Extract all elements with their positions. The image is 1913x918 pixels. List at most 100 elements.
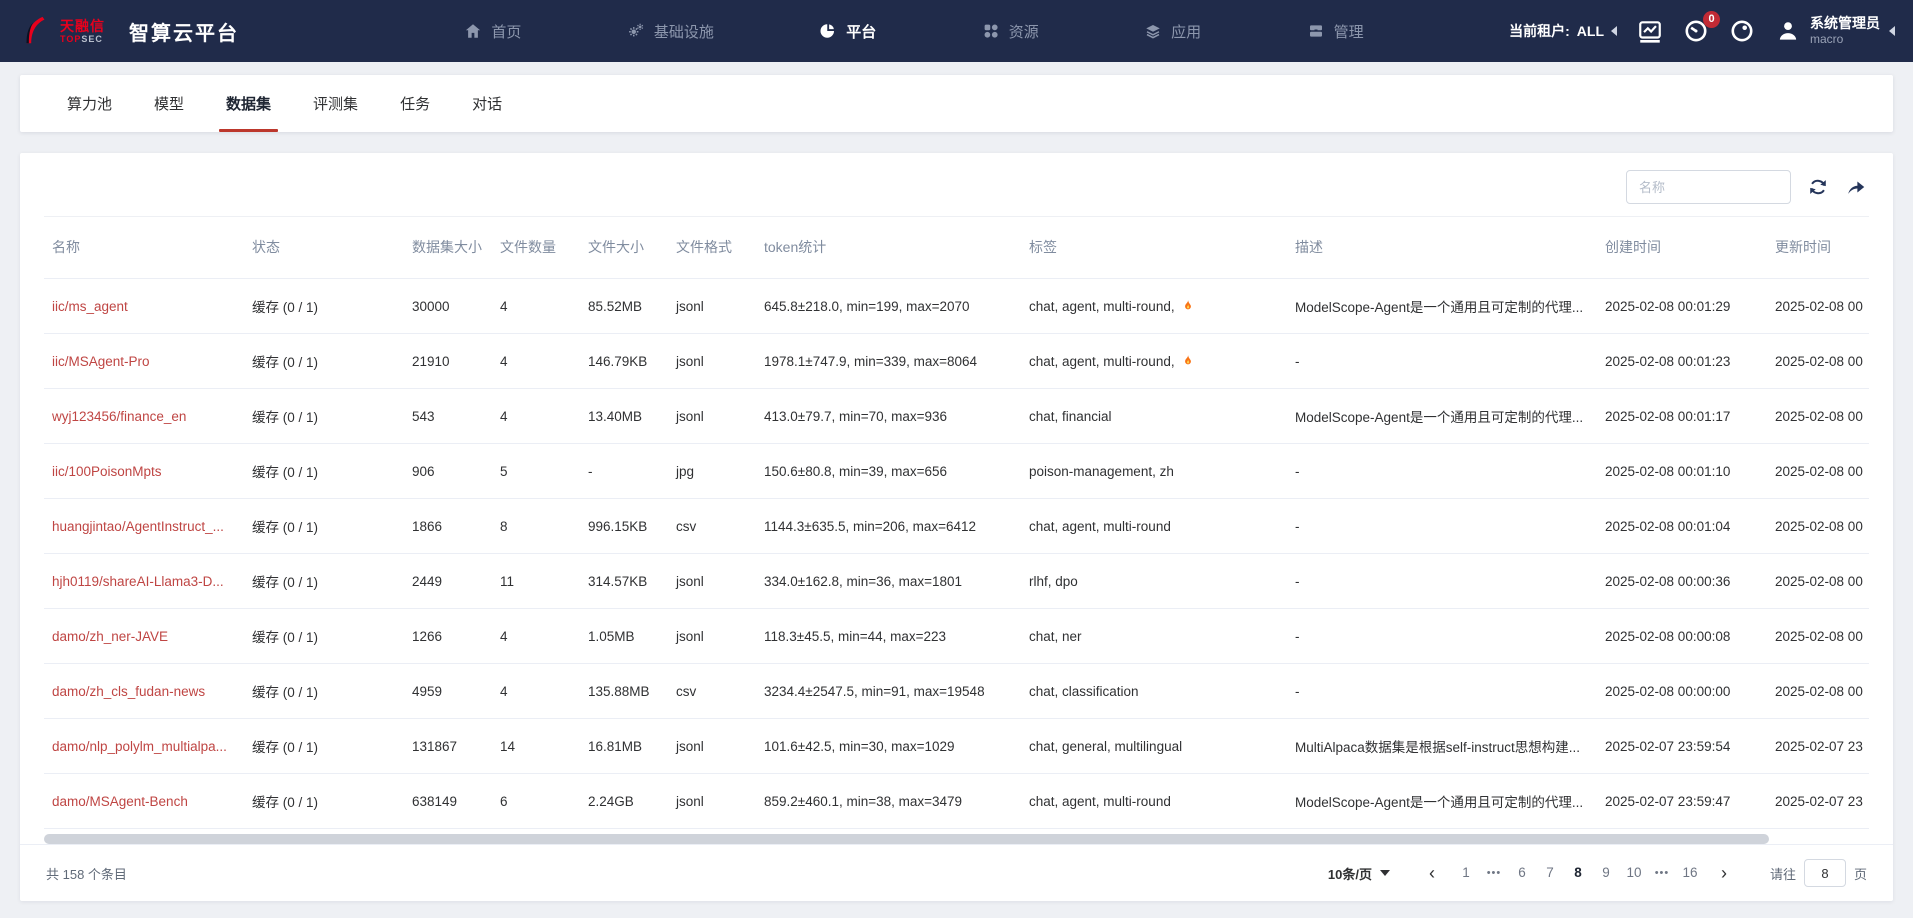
cell-name: damo/nlp_polylm_multialpa... (44, 719, 244, 774)
total-count: 共 158 个条目 (46, 864, 127, 883)
dataset-table-wrap: 名称状态数据集大小文件数量文件大小文件格式token统计标签描述创建时间更新时间… (20, 216, 1893, 829)
cell-file-count: 4 (492, 664, 580, 719)
nav-item-pie[interactable]: 平台 (819, 0, 876, 62)
cell-file-size: 85.52MB (580, 279, 668, 334)
next-page-button[interactable]: › (1710, 859, 1738, 887)
table-row: huangjintao/AgentInstruct_...缓存 (0 / 1)1… (44, 499, 1869, 554)
cell-description: ModelScope-Agent是一个通用且可定制的代理... (1287, 774, 1597, 829)
page-ellipsis[interactable]: ••• (1648, 859, 1676, 887)
cell-name: iic/100PoisonMpts (44, 444, 244, 499)
grid-icon (982, 22, 1000, 40)
storage-icon (1307, 22, 1325, 40)
dataset-name-link[interactable]: huangjintao/AgentInstruct_... (52, 519, 224, 534)
cell-description: ModelScope-Agent是一个通用且可定制的代理... (1287, 279, 1597, 334)
table-row: damo/zh_cls_fudan-news缓存 (0 / 1)49594135… (44, 664, 1869, 719)
dataset-name-link[interactable]: wyj123456/finance_en (52, 409, 186, 424)
cell-file-count: 5 (492, 444, 580, 499)
cell-token-stats: 413.0±79.7, min=70, max=936 (756, 389, 1021, 444)
cell-file-format: jpg (668, 444, 756, 499)
user-role: 系统管理员 (1810, 15, 1880, 33)
cell-name: iic/MSAgent-Pro (44, 334, 244, 389)
cell-dataset-size: 30000 (404, 279, 492, 334)
cell-description: - (1287, 334, 1597, 389)
page-number-10[interactable]: 10 (1620, 859, 1648, 887)
clock-button[interactable] (1729, 18, 1755, 44)
tab-数据集[interactable]: 数据集 (205, 75, 292, 132)
page-number-9[interactable]: 9 (1592, 859, 1620, 887)
cell-file-count: 4 (492, 389, 580, 444)
cell-created: 2025-02-08 00:01:29 (1597, 279, 1767, 334)
page-size-select[interactable]: 10条/页 (1328, 864, 1390, 883)
user-caret-icon (1889, 26, 1895, 36)
tenant-selector[interactable]: 当前租户: ALL (1509, 21, 1617, 41)
dataset-name-link[interactable]: damo/zh_ner-JAVE (52, 629, 168, 644)
tenant-caret-icon (1611, 26, 1617, 36)
dataset-name-link[interactable]: iic/MSAgent-Pro (52, 354, 150, 369)
cell-file-count: 6 (492, 774, 580, 829)
dataset-name-link[interactable]: iic/100PoisonMpts (52, 464, 162, 479)
cell-dataset-size: 906 (404, 444, 492, 499)
cell-updated: 2025-02-08 00 (1767, 389, 1869, 444)
cell-file-format: jsonl (668, 389, 756, 444)
dataset-name-link[interactable]: hjh0119/shareAI-Llama3-D... (52, 574, 224, 589)
brand-cn-label: 天融信 (60, 19, 105, 33)
cell-token-stats: 1978.1±747.9, min=339, max=8064 (756, 334, 1021, 389)
cell-file-count: 14 (492, 719, 580, 774)
cell-dataset-size: 638149 (404, 774, 492, 829)
cell-updated: 2025-02-08 00 (1767, 664, 1869, 719)
search-input[interactable] (1626, 170, 1791, 204)
column-header: 名称 (44, 217, 244, 279)
nav-item-home[interactable]: 首页 (464, 0, 521, 62)
alert-gauge-button[interactable]: 0 (1683, 18, 1709, 44)
horizontal-scrollbar-thumb[interactable] (44, 834, 1769, 844)
cell-status: 缓存 (0 / 1) (244, 499, 404, 554)
user-menu[interactable]: 系统管理员 macro (1775, 15, 1895, 48)
cell-created: 2025-02-07 23:59:47 (1597, 774, 1767, 829)
cell-file-size: 16.81MB (580, 719, 668, 774)
cell-file-size: 996.15KB (580, 499, 668, 554)
tab-模型[interactable]: 模型 (133, 75, 205, 132)
page-ellipsis[interactable]: ••• (1480, 859, 1508, 887)
nav-item-label: 平台 (846, 21, 876, 42)
goto-page-input[interactable] (1804, 859, 1846, 887)
column-header: 更新时间 (1767, 217, 1869, 279)
tab-算力池[interactable]: 算力池 (46, 75, 133, 132)
notification-badge: 0 (1703, 11, 1720, 28)
monitor-chart-button[interactable] (1637, 18, 1663, 44)
dataset-name-link[interactable]: iic/ms_agent (52, 299, 128, 314)
cell-status: 缓存 (0 / 1) (244, 444, 404, 499)
table-row: wyj123456/finance_en缓存 (0 / 1)543413.40M… (44, 389, 1869, 444)
cell-updated: 2025-02-08 00 (1767, 279, 1869, 334)
share-button[interactable] (1845, 176, 1867, 198)
cell-name: damo/zh_cls_fudan-news (44, 664, 244, 719)
page-number-7[interactable]: 7 (1536, 859, 1564, 887)
tab-任务[interactable]: 任务 (379, 75, 451, 132)
dataset-name-link[interactable]: damo/zh_cls_fudan-news (52, 684, 205, 699)
nav-item-storage[interactable]: 管理 (1307, 0, 1364, 62)
page-number-8[interactable]: 8 (1564, 859, 1592, 887)
page-number-1[interactable]: 1 (1452, 859, 1480, 887)
cell-created: 2025-02-08 00:00:00 (1597, 664, 1767, 719)
user-meta: 系统管理员 macro (1810, 15, 1880, 48)
refresh-button[interactable] (1807, 176, 1829, 198)
prev-page-button[interactable]: ‹ (1418, 859, 1446, 887)
tenant-value: ALL (1577, 23, 1604, 39)
nav-item-grid[interactable]: 资源 (982, 0, 1039, 62)
page-number-6[interactable]: 6 (1508, 859, 1536, 887)
cell-token-stats: 645.8±218.0, min=199, max=2070 (756, 279, 1021, 334)
tab-对话[interactable]: 对话 (451, 75, 523, 132)
tab-评测集[interactable]: 评测集 (292, 75, 379, 132)
dataset-name-link[interactable]: damo/nlp_polylm_multialpa... (52, 739, 227, 754)
cell-created: 2025-02-08 00:01:04 (1597, 499, 1767, 554)
dataset-name-link[interactable]: damo/MSAgent-Bench (52, 794, 188, 809)
column-header: 描述 (1287, 217, 1597, 279)
cell-tags: chat, agent, multi-round (1021, 774, 1287, 829)
nav-item-label: 应用 (1171, 21, 1201, 42)
nav-item-gears[interactable]: 基础设施 (627, 0, 714, 62)
cell-name: hjh0119/shareAI-Llama3-D... (44, 554, 244, 609)
page-number-16[interactable]: 16 (1676, 859, 1704, 887)
cell-token-stats: 3234.4±2547.5, min=91, max=19548 (756, 664, 1021, 719)
table-row: iic/ms_agent缓存 (0 / 1)30000485.52MBjsonl… (44, 279, 1869, 334)
column-header: 文件格式 (668, 217, 756, 279)
nav-item-layers[interactable]: 应用 (1144, 0, 1201, 62)
